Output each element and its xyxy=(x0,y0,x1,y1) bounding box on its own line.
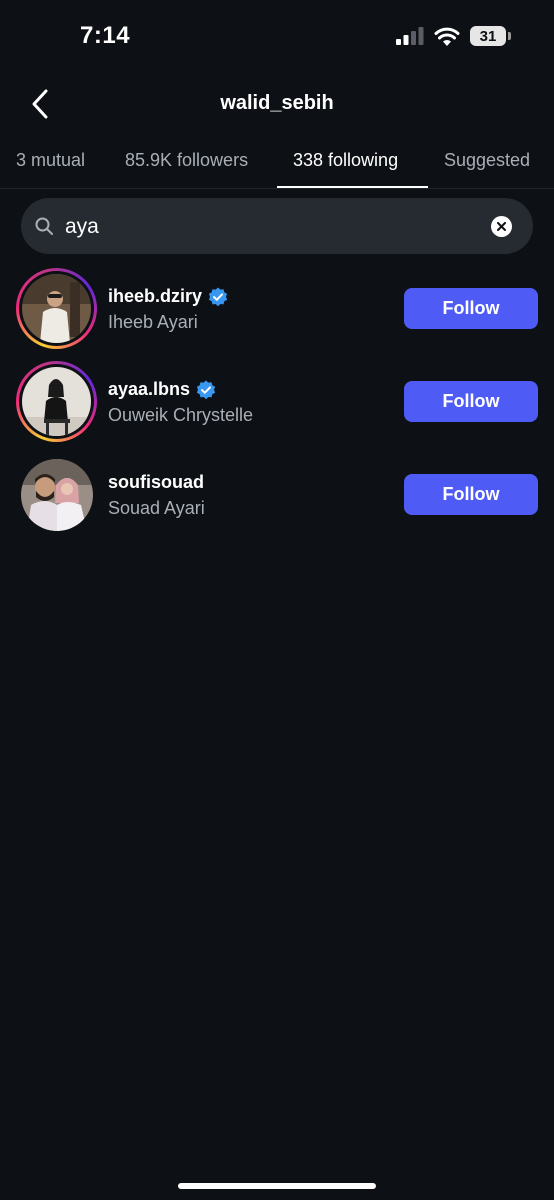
tab-followers[interactable]: 85.9K followers xyxy=(125,150,248,171)
full-name: Souad Ayari xyxy=(108,498,205,518)
username-line: soufisouad xyxy=(108,472,204,493)
tab-mutual[interactable]: 3 mutual xyxy=(16,150,85,171)
full-name: Iheeb Ayari xyxy=(108,312,198,332)
username-line: ayaa.lbns xyxy=(108,379,216,400)
follow-button[interactable]: Follow xyxy=(404,474,538,515)
story-ring[interactable] xyxy=(16,268,97,349)
list-item[interactable]: ayaa.lbns Ouweik Chrystelle Follow xyxy=(0,355,554,448)
clear-icon xyxy=(497,222,506,231)
status-bar: 7:14 31 xyxy=(0,0,554,76)
follow-button[interactable]: Follow xyxy=(404,288,538,329)
avatar xyxy=(20,458,93,531)
battery-icon: 31 xyxy=(470,26,511,46)
avatar xyxy=(22,367,91,436)
username[interactable]: soufisouad xyxy=(108,472,204,493)
status-icons: 31 xyxy=(396,26,511,46)
clear-search-button[interactable] xyxy=(491,216,512,237)
username[interactable]: ayaa.lbns xyxy=(108,379,190,400)
search-bar xyxy=(21,198,533,254)
search-input[interactable] xyxy=(63,210,487,244)
tab-following[interactable]: 338 following xyxy=(293,150,398,171)
battery-level: 31 xyxy=(479,27,497,45)
verified-badge-icon xyxy=(196,380,216,399)
tab-suggested[interactable]: Suggested xyxy=(444,150,530,171)
cellular-signal-icon xyxy=(396,27,424,45)
username[interactable]: iheeb.dziry xyxy=(108,286,202,307)
avatar-frame[interactable] xyxy=(16,454,97,535)
list-item[interactable]: iheeb.dziry Iheeb Ayari Follow xyxy=(0,262,554,355)
page-title: walid_sebih xyxy=(220,92,334,114)
wifi-icon xyxy=(434,27,460,46)
active-tab-indicator xyxy=(277,186,428,188)
full-name: Ouweik Chrystelle xyxy=(108,405,254,425)
search-results-list: iheeb.dziry Iheeb Ayari Follow ayaa.lbns… xyxy=(0,262,554,541)
follow-button[interactable]: Follow xyxy=(404,381,538,422)
username-line: iheeb.dziry xyxy=(108,286,228,307)
story-ring[interactable] xyxy=(16,361,97,442)
home-indicator xyxy=(178,1183,376,1189)
avatar xyxy=(22,274,91,343)
verified-badge-icon xyxy=(208,287,228,306)
list-item[interactable]: soufisouad Souad Ayari Follow xyxy=(0,448,554,541)
header: walid_sebih xyxy=(0,76,554,132)
tab-bar: 3 mutual 85.9K followers 338 following S… xyxy=(0,132,554,189)
status-time: 7:14 xyxy=(80,22,131,49)
search-icon xyxy=(35,217,53,235)
